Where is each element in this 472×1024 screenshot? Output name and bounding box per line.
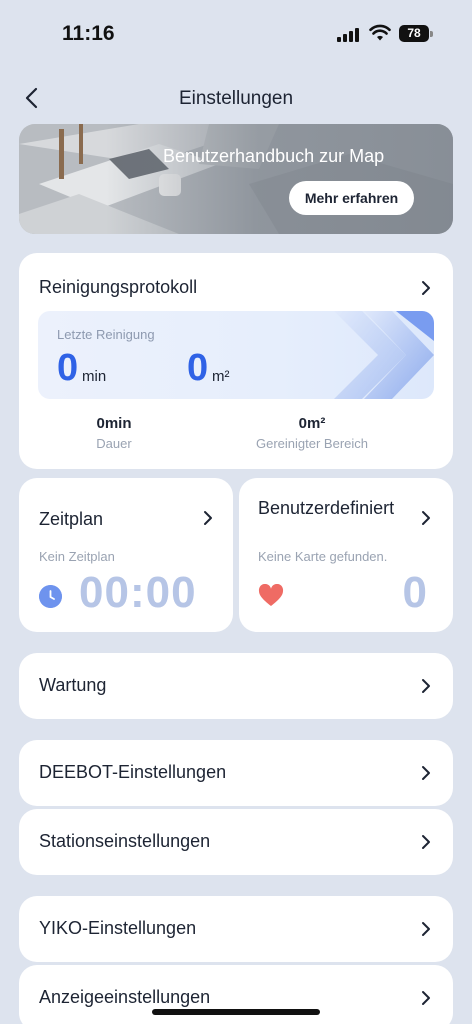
cleaning-log-card[interactable]: Reinigungsprotokoll Letzte Reinigung 0 m… — [19, 253, 453, 469]
area-stat-label: Gereinigter Bereich — [256, 436, 368, 451]
duration-unit: min — [82, 368, 107, 385]
display-settings-row[interactable]: Anzeigeeinstellungen — [19, 965, 453, 1024]
chevron-decoration-icon — [334, 311, 434, 399]
schedule-subtitle: Kein Zeitplan — [39, 549, 115, 564]
area-unit: m² — [212, 368, 230, 385]
banner-title: Benutzerhandbuch zur Map — [163, 146, 385, 166]
area-value: 0 — [187, 347, 209, 389]
row-label: YIKO-Einstellungen — [39, 918, 197, 938]
wifi-icon — [369, 24, 391, 41]
last-cleaning-label: Letzte Reinigung — [57, 327, 155, 342]
row-label: Anzeigeeinstellungen — [39, 987, 211, 1007]
battery-icon: 78 — [399, 25, 429, 42]
page-title: Einstellungen — [178, 88, 294, 109]
custom-subtitle: Keine Karte gefunden. — [258, 549, 388, 564]
row-label: Wartung — [39, 675, 107, 695]
chevron-right-icon — [422, 511, 430, 525]
duration-stat-value: 0min — [96, 415, 132, 432]
area-stat-value: 0m² — [298, 415, 326, 432]
deebot-settings-row[interactable]: DEEBOT-Einstellungen — [19, 740, 453, 806]
banner-overlay — [19, 124, 453, 234]
duration-stat-label: Dauer — [96, 436, 132, 451]
duration-value: 0 — [57, 347, 79, 389]
chevron-right-icon — [204, 511, 212, 525]
chevron-right-icon — [422, 679, 430, 693]
map-manual-banner[interactable]: Benutzerhandbuch zur Map Mehr erfahren — [19, 124, 453, 234]
status-time: 11:16 — [62, 22, 115, 45]
chevron-right-icon — [422, 922, 430, 936]
custom-count: 0 — [402, 568, 427, 617]
station-settings-row[interactable]: Stationseinstellungen — [19, 809, 453, 875]
cellular-signal-icon — [337, 28, 359, 42]
heart-icon — [258, 584, 284, 606]
chevron-right-icon — [422, 991, 430, 1005]
chevron-right-icon — [422, 835, 430, 849]
chevron-right-icon — [422, 281, 430, 295]
row-label: Stationseinstellungen — [39, 831, 211, 851]
row-label: DEEBOT-Einstellungen — [39, 762, 227, 782]
learn-more-button[interactable]: Mehr erfahren — [289, 181, 414, 215]
schedule-card[interactable]: Zeitplan Kein Zeitplan 00:00 — [19, 478, 233, 632]
battery-tip — [430, 31, 433, 37]
custom-title: Benutzerdefiniert — [258, 498, 395, 518]
last-cleaning-panel: Letzte Reinigung 0 min 0 m² — [38, 311, 434, 399]
custom-card[interactable]: Benutzerdefiniert Keine Karte gefunden. … — [239, 478, 453, 632]
chevron-right-icon — [422, 766, 430, 780]
schedule-time: 00:00 — [79, 568, 197, 617]
home-indicator — [152, 1009, 320, 1015]
header: Einstellungen — [0, 80, 472, 116]
clock-icon — [39, 585, 62, 608]
status-bar: 11:16 78 — [0, 0, 472, 60]
maintenance-row[interactable]: Wartung — [19, 653, 453, 719]
schedule-title: Zeitplan — [39, 509, 104, 529]
cleaning-log-title: Reinigungsprotokoll — [39, 277, 198, 297]
yiko-settings-row[interactable]: YIKO-Einstellungen — [19, 896, 453, 962]
